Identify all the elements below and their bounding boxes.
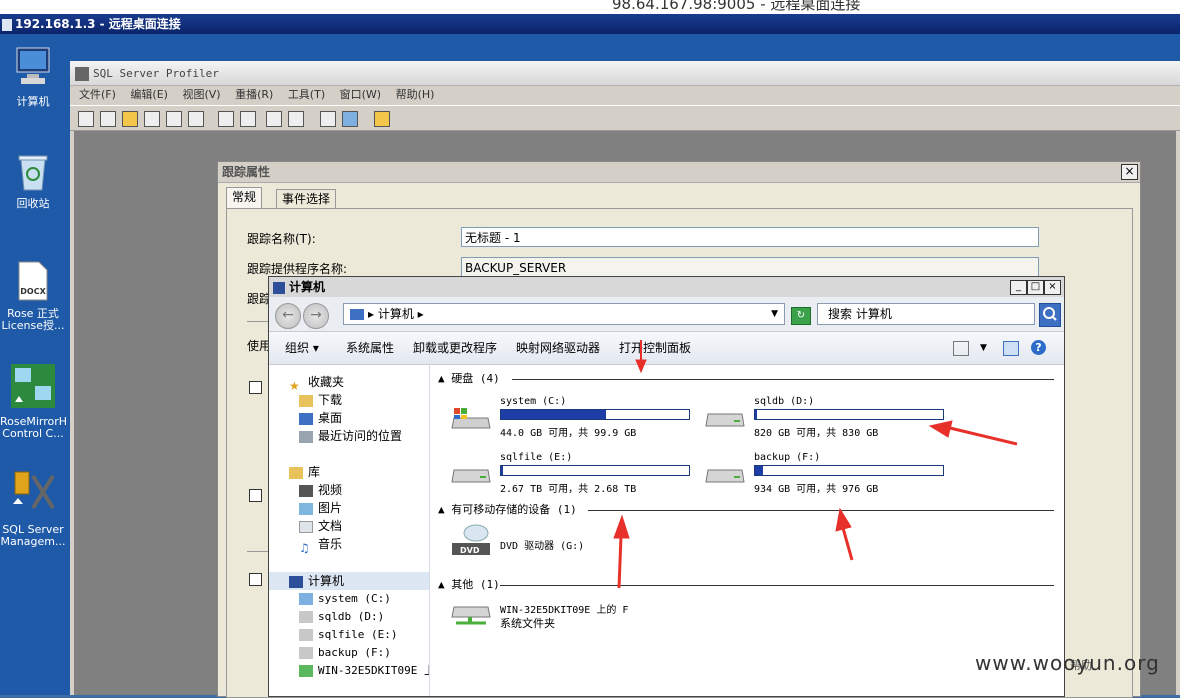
annotation-arrows: [613, 340, 1018, 589]
annotation-arrow: [928, 420, 1018, 446]
watermark: www.wooyun.org: [975, 651, 1160, 675]
annotation-arrow: [635, 340, 647, 374]
annotation-arrow: [613, 514, 630, 589]
annotation-arrow: [835, 507, 854, 561]
